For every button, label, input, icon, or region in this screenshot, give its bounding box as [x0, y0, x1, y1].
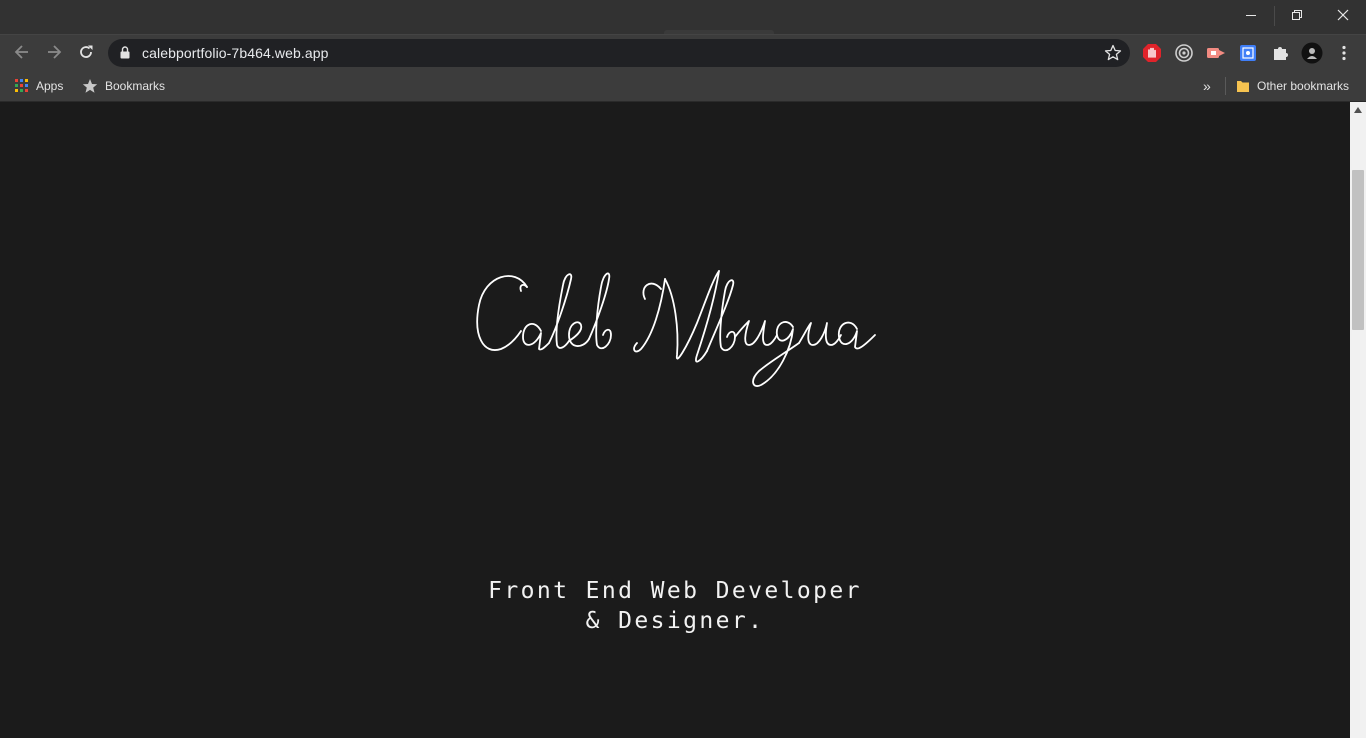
adblock-icon: [1143, 44, 1161, 62]
bookmarks-label: Bookmarks: [105, 79, 166, 93]
bookmarks-bar: Apps Bookmarks » Other bookmarks: [0, 70, 1366, 102]
bookmark-star-icon[interactable]: [1104, 44, 1122, 62]
other-bookmarks-folder[interactable]: Other bookmarks: [1232, 75, 1353, 97]
url-text[interactable]: calebportfolio-7b464.web.app: [142, 45, 329, 61]
apps-label: Apps: [36, 79, 64, 93]
screen-share-extension[interactable]: [1205, 42, 1227, 64]
page-content: Front End Web Developer & Designer.: [0, 102, 1350, 738]
folder-icon: [1237, 81, 1249, 92]
browser-toolbar: calebportfolio-7b464.web.app: [0, 34, 1366, 70]
page-scrollbar[interactable]: [1350, 102, 1366, 738]
screen-share-icon: [1207, 48, 1225, 58]
window-title-bar: [0, 0, 1366, 34]
signature-logo: [476, 270, 876, 387]
puzzle-icon: [1274, 47, 1288, 60]
tagline-line-1: Front End Web Developer: [488, 578, 862, 604]
scroll-thumb[interactable]: [1352, 170, 1364, 330]
blue-box-icon: [1240, 45, 1256, 61]
caret-up-icon: [1354, 107, 1362, 113]
restore-icon: [1292, 10, 1302, 20]
reload-button[interactable]: [71, 37, 101, 67]
profile-button[interactable]: [1301, 42, 1323, 64]
target-extension[interactable]: [1173, 42, 1195, 64]
arrow-left-icon: [14, 45, 28, 59]
tagline: Front End Web Developer & Designer.: [0, 576, 1350, 636]
extensions-menu-button[interactable]: [1269, 42, 1291, 64]
arrow-right-icon: [48, 45, 62, 59]
circle-target-icon: [1175, 44, 1193, 62]
bookmarks-folder[interactable]: Bookmarks: [78, 75, 169, 97]
close-icon: [1337, 9, 1349, 21]
star-icon: [82, 79, 98, 93]
bookmarks-overflow-button[interactable]: »: [1199, 75, 1215, 97]
minimize-icon: [1246, 15, 1256, 16]
lock-icon: [120, 46, 130, 59]
browser-menu-button[interactable]: [1333, 42, 1355, 64]
back-button[interactable]: [7, 37, 37, 67]
blue-extension[interactable]: [1237, 42, 1259, 64]
scroll-up-button[interactable]: [1350, 102, 1366, 118]
more-vertical-icon: [1342, 45, 1346, 61]
minimize-button[interactable]: [1228, 0, 1274, 30]
forward-button[interactable]: [39, 37, 69, 67]
avatar: [1301, 42, 1323, 64]
address-bar[interactable]: calebportfolio-7b464.web.app: [108, 39, 1130, 67]
apps-grid-icon: [15, 79, 28, 92]
restore-button[interactable]: [1274, 0, 1320, 30]
close-window-button[interactable]: [1320, 0, 1366, 30]
reload-icon: [80, 45, 93, 58]
bookmarks-divider: [1225, 77, 1226, 95]
apps-shortcut[interactable]: Apps: [11, 75, 67, 97]
chevron-double-right-icon: »: [1203, 78, 1211, 94]
other-bookmarks-label: Other bookmarks: [1257, 79, 1350, 93]
tagline-line-2: & Designer.: [585, 608, 765, 634]
adblock-extension[interactable]: [1141, 42, 1163, 64]
